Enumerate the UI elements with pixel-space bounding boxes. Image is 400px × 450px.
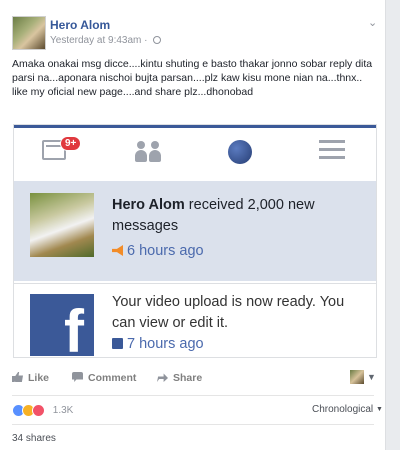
notification-time-text: 7 hours ago: [127, 336, 204, 352]
post-card: Hero Alom Yesterday at 9:43am · ⌄ Amaka …: [0, 0, 386, 450]
friend-head-shape: [137, 141, 145, 149]
video-icon: [112, 338, 123, 349]
like-label: Like: [28, 372, 50, 384]
reactions-summary[interactable]: 1.3K: [12, 404, 73, 417]
embedded-screenshot[interactable]: 9+ Hero Alom received 2,000 new messages…: [13, 124, 377, 358]
menu-line: [319, 148, 345, 151]
author-name[interactable]: Hero Alom: [50, 18, 110, 32]
notification-time: 7 hours ago: [112, 336, 204, 352]
like-button[interactable]: Like: [12, 372, 49, 384]
notifications-globe-icon: [228, 140, 252, 164]
facebook-logo-icon: f: [30, 294, 94, 356]
notification-time-text: 6 hours ago: [127, 243, 204, 259]
audience-caret-icon[interactable]: ▼: [367, 372, 376, 382]
author-avatar[interactable]: [12, 16, 46, 50]
post-text: Amaka onakai msg dicce....kintu shuting …: [12, 57, 380, 99]
globe-icon[interactable]: [153, 36, 162, 45]
friend-body-shape: [135, 150, 147, 162]
friend-body-shape: [149, 150, 161, 162]
menu-icon: [319, 140, 345, 160]
notification-item: Hero Alom received 2,000 new messages 6 …: [14, 181, 376, 281]
menu-line: [319, 156, 345, 159]
divider: [12, 395, 374, 396]
viewer-avatar[interactable]: [350, 370, 364, 384]
comment-icon: [72, 372, 83, 382]
comment-label: Comment: [88, 372, 137, 384]
meta-separator: ·: [144, 35, 148, 46]
share-label: Share: [173, 372, 203, 384]
love-reaction-icon: [32, 404, 45, 417]
notification-name: Hero Alom: [112, 197, 185, 213]
friends-icon: [135, 140, 163, 162]
comment-button[interactable]: Comment: [72, 372, 136, 384]
divider: [12, 424, 374, 425]
post-text-line: Amaka onakai msg dicce....kintu shuting …: [12, 58, 373, 84]
post-text-line: like my oficial new page....and share pl…: [12, 86, 254, 98]
post-actions: Like Comment Share ▼: [12, 370, 380, 388]
post-meta: Yesterday at 9:43am ·: [50, 35, 162, 46]
comment-ordering-dropdown[interactable]: Chronological ▼: [312, 404, 383, 415]
ordering-label: Chronological: [312, 404, 374, 415]
notification-text: Hero Alom received 2,000 new messages: [112, 195, 368, 237]
notification-item: f Your video upload is now ready. You ca…: [14, 283, 376, 357]
share-icon: [157, 373, 168, 382]
notification-text: Your video upload is now ready. You can …: [112, 294, 345, 331]
post-options-chevron-icon[interactable]: ⌄: [368, 16, 377, 29]
friend-head-shape: [151, 141, 159, 149]
thumbs-up-icon: [12, 372, 23, 382]
megaphone-icon: [112, 245, 123, 256]
menu-line: [319, 140, 345, 143]
notification-time: 6 hours ago: [112, 243, 204, 259]
profile-photo-thumbnail: [30, 193, 94, 257]
share-button[interactable]: Share: [157, 372, 202, 384]
reactions-count: 1.3K: [52, 405, 74, 416]
notification-badge: 9+: [60, 136, 82, 151]
mobile-tab-bar: 9+: [14, 128, 376, 180]
post-timestamp[interactable]: Yesterday at 9:43am: [50, 35, 141, 46]
shares-count[interactable]: 34 shares: [12, 433, 56, 444]
caret-down-icon: ▼: [375, 406, 383, 413]
